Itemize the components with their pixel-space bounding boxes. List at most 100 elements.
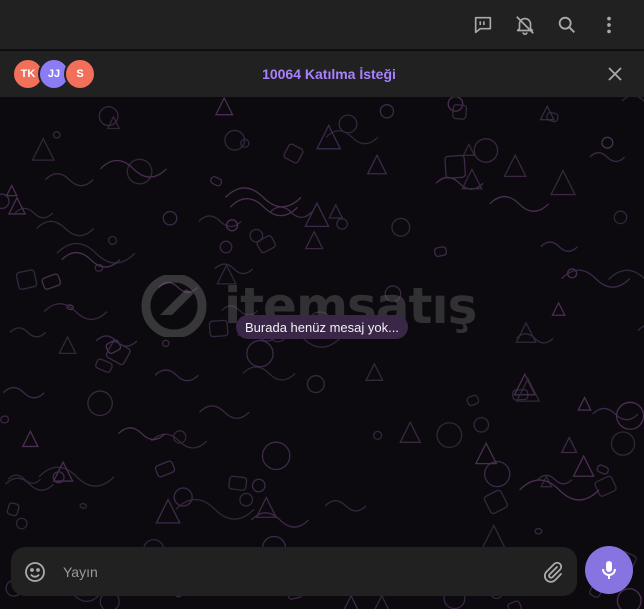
pattern-doodle xyxy=(336,218,349,230)
pattern-doodle xyxy=(250,512,310,528)
pattern-doodle xyxy=(107,235,118,246)
pattern-doodle xyxy=(436,422,463,449)
pattern-doodle xyxy=(158,281,198,293)
pattern-doodle xyxy=(592,407,639,421)
pattern-doodle xyxy=(228,475,248,491)
pattern-doodle xyxy=(637,325,644,332)
pattern-doodle xyxy=(161,339,170,348)
pattern-doodle xyxy=(87,390,113,417)
more-vertical-icon xyxy=(607,16,611,33)
pattern-doodle xyxy=(366,153,388,175)
pattern-doodle xyxy=(610,431,636,456)
pattern-doodle xyxy=(150,433,208,449)
close-icon xyxy=(608,67,622,81)
pattern-doodle xyxy=(621,97,644,102)
pattern-doodle xyxy=(540,241,578,252)
pattern-doodle xyxy=(550,169,577,196)
pattern-doodle xyxy=(269,206,313,218)
pattern-doodle xyxy=(56,242,136,264)
mute-bell-icon xyxy=(516,15,534,35)
avatar: S xyxy=(64,58,96,90)
pattern-doodle xyxy=(214,97,234,116)
pattern-doodle xyxy=(239,492,254,507)
pattern-doodle xyxy=(615,401,644,430)
pattern-doodle xyxy=(0,415,10,424)
pattern-doodle xyxy=(249,228,264,243)
pattern-doodle xyxy=(489,195,549,212)
pattern-doodle xyxy=(36,220,95,237)
join-requests-label[interactable]: 10064 Katılma İsteği xyxy=(122,66,600,82)
pattern-doodle xyxy=(306,375,325,394)
pattern-doodle xyxy=(100,159,167,178)
pattern-doodle xyxy=(466,394,480,407)
pattern-doodle xyxy=(214,263,254,275)
pattern-doodle xyxy=(483,489,508,515)
search-icon xyxy=(558,16,575,33)
voice-record-button[interactable] xyxy=(585,546,633,594)
pattern-doodle xyxy=(507,600,522,609)
pattern-doodle xyxy=(229,198,299,217)
pattern-doodle xyxy=(315,124,342,150)
pattern-doodle xyxy=(0,193,10,210)
pattern-doodle xyxy=(5,183,18,197)
pattern-doodle xyxy=(473,416,490,433)
pattern-doodle xyxy=(199,405,250,420)
pattern-doodle xyxy=(4,477,55,491)
pattern-doodle xyxy=(601,136,614,149)
pattern-doodle xyxy=(608,269,644,281)
pattern-doodle xyxy=(365,362,384,381)
pattern-doodle xyxy=(15,269,38,290)
join-requests-bar: TK JJ S 10064 Katılma İsteği xyxy=(0,51,644,97)
pattern-doodle xyxy=(338,114,358,134)
pattern-doodle xyxy=(474,441,498,465)
pattern-doodle xyxy=(515,321,537,343)
pattern-doodle xyxy=(6,502,20,517)
pattern-doodle xyxy=(551,301,566,316)
pattern-doodle xyxy=(58,335,77,355)
chat-bubble-icon xyxy=(474,16,492,33)
pattern-doodle xyxy=(462,142,476,156)
pattern-doodle xyxy=(589,152,626,163)
pattern-doodle xyxy=(343,594,359,609)
attach-icon[interactable] xyxy=(541,560,565,584)
pattern-doodle xyxy=(483,460,511,488)
emoji-icon[interactable] xyxy=(23,560,47,584)
message-composer xyxy=(11,547,577,596)
pattern-doodle xyxy=(2,386,45,399)
pattern-doodle xyxy=(256,235,276,254)
pattern-doodle xyxy=(154,369,199,382)
pattern-doodle xyxy=(616,588,642,609)
pattern-doodle xyxy=(246,339,274,368)
pattern-doodle xyxy=(399,420,422,443)
pattern-doodle xyxy=(433,246,448,258)
pattern-doodle xyxy=(304,230,324,250)
pattern-doodle xyxy=(41,273,62,290)
pattern-doodle xyxy=(261,441,291,471)
pattern-doodle xyxy=(596,464,609,475)
pattern-doodle xyxy=(384,285,402,303)
pattern-doodle xyxy=(572,454,595,477)
pattern-doodle xyxy=(594,475,617,497)
pattern-doodle xyxy=(452,104,468,120)
pattern-doodle xyxy=(481,524,506,549)
message-input[interactable] xyxy=(61,562,541,581)
pattern-doodle xyxy=(328,203,344,219)
microphone-icon xyxy=(602,561,616,579)
pattern-doodle xyxy=(154,460,176,478)
requester-avatars[interactable]: TK JJ S xyxy=(12,58,122,90)
more-options-button[interactable] xyxy=(588,4,630,46)
close-join-bar-button[interactable] xyxy=(600,59,630,89)
pattern-doodle xyxy=(43,303,108,321)
search-button[interactable] xyxy=(546,4,588,46)
chat-area: itemsatış Burada henüz mesaj yok... xyxy=(0,97,644,609)
pattern-doodle xyxy=(79,503,87,509)
mute-button[interactable] xyxy=(504,4,546,46)
discussion-button[interactable] xyxy=(462,4,504,46)
pattern-doodle xyxy=(324,500,367,512)
pattern-doodle xyxy=(560,436,578,454)
pattern-doodle xyxy=(31,137,56,161)
pattern-doodle xyxy=(162,210,178,226)
pattern-doodle xyxy=(14,207,54,219)
pattern-doodle xyxy=(95,358,113,373)
pattern-doodle xyxy=(473,138,499,163)
